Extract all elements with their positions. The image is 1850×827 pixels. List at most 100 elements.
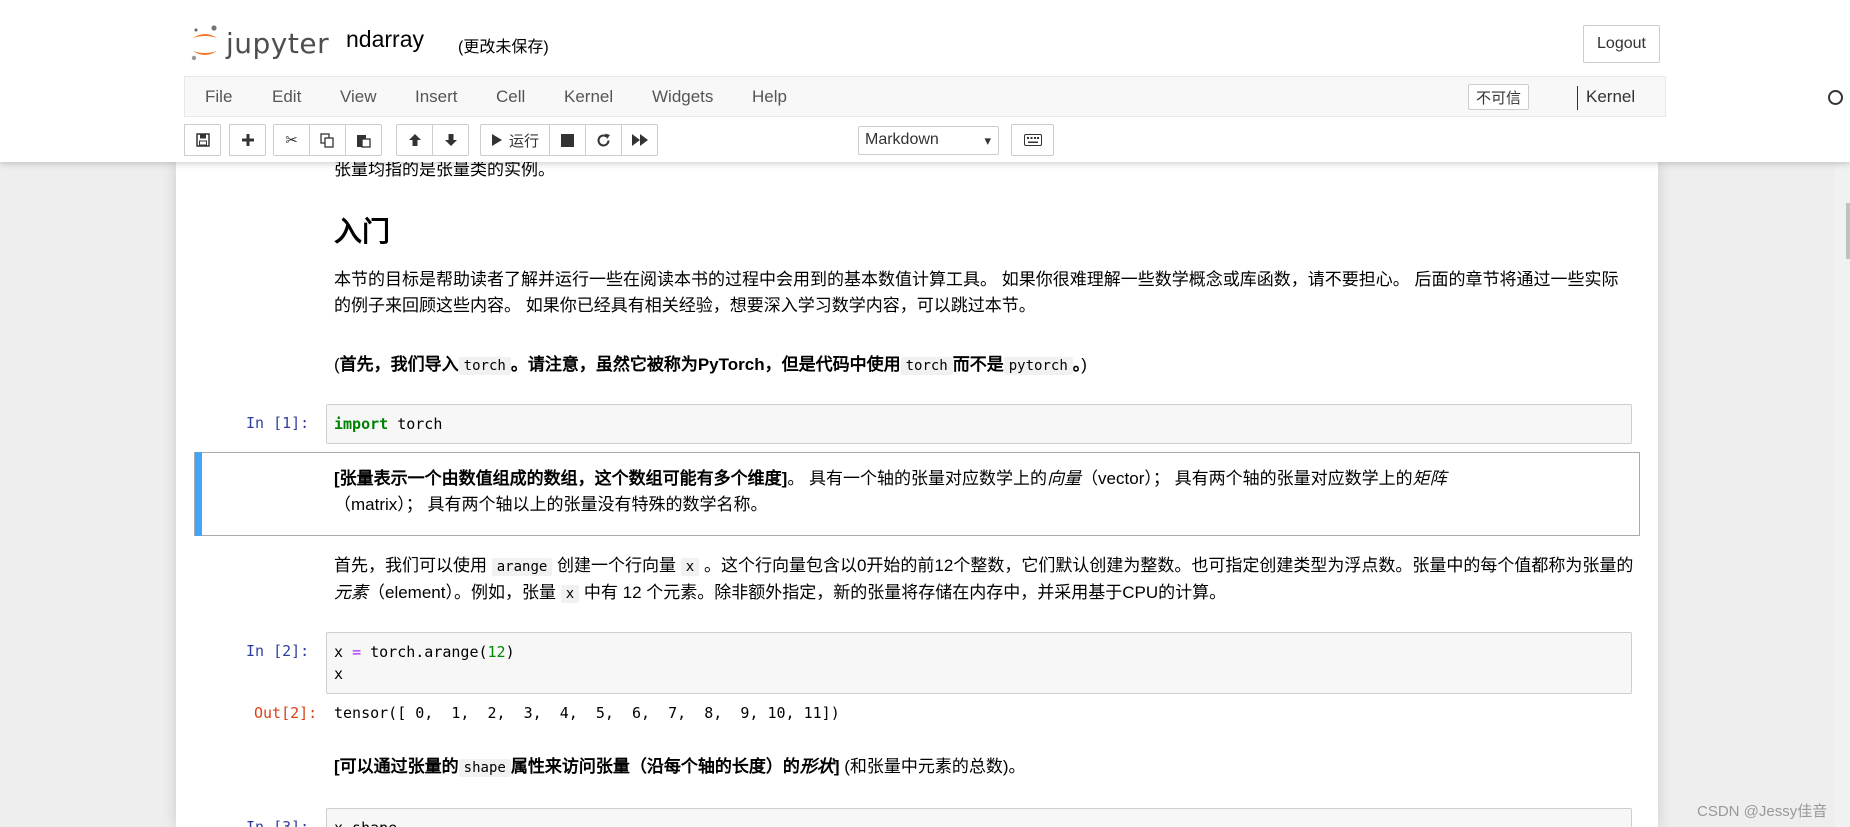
md-text: 中有 12 个元素。除非额外指定，新的张量将存储在内存中，并采用基于CPU的计算… [583,583,1227,602]
code-number: 12 [487,643,506,661]
save-status: (更改未保存) [458,39,549,56]
menubar: File Edit View Insert Cell Kernel Widget… [184,76,1843,117]
code-keyword: import [334,415,389,433]
scrollbar[interactable] [1835,162,1850,827]
stop-icon [561,133,575,147]
md-emphasis: 向量 [1047,469,1082,488]
code-text: ) [505,643,515,661]
notebook-container: 张量均指的是张量类的实例。 入门 本节的目标是帮助读者了解并运行一些在阅读本书的… [176,162,1658,827]
md-text: 。 具有一个轴的张量对应数学上的 [787,469,1048,488]
section-heading[interactable]: 入门 [334,214,390,250]
notebook-header: jupyter ndarray (更改未保存) Logout File Edit… [0,0,1850,162]
md-bold: 。 [1072,355,1082,374]
arrow-up-icon [408,134,421,146]
markdown-cell[interactable]: 张量均指的是张量类的实例。 [334,162,555,183]
toolbar: ✂ 运行 Markdown ▾ [184,124,1666,158]
run-label: 运行 [509,132,540,150]
menu-insert[interactable]: Insert [415,87,458,107]
markdown-cell[interactable]: 本节的目标是帮助读者了解并运行一些在阅读本书的过程中会用到的基本数值计算工具。 … [334,267,1634,319]
menu-file[interactable]: File [205,87,232,107]
menu-kernel[interactable]: Kernel [564,87,613,107]
md-emphasis: 形状 [799,757,834,776]
paste-button[interactable] [345,124,382,156]
md-bold: [张量表示一个由数值组成的数组，这个数组可能有多个维度] [334,469,788,488]
move-group [396,124,469,156]
restart-run-all-button[interactable] [621,124,659,156]
kernel-name[interactable]: Kernel [1586,87,1635,107]
selection-bar [195,452,202,536]
md-bold: 而不是 [952,355,1004,374]
save-icon [195,133,210,147]
code-editor[interactable]: x = torch.arange(12) x [326,632,1632,694]
menu-widgets[interactable]: Widgets [652,87,713,107]
md-bold: [可以通过张量的 [334,757,459,776]
jupyter-logo[interactable]: jupyter [190,24,329,62]
menu-cell[interactable]: Cell [496,87,525,107]
scissors-icon: ✂ [285,132,298,149]
restart-button[interactable] [585,124,623,156]
save-button[interactable] [184,124,221,156]
code-editor[interactable]: import torch [326,404,1632,444]
inline-code: shape [458,759,511,777]
markdown-cell-content[interactable]: [张量表示一个由数值组成的数组，这个数组可能有多个维度]。 具有一个轴的张量对应… [334,466,1454,518]
code-text: x.shape [334,819,397,827]
jupyter-logo-icon [191,25,217,61]
chevron-down-icon: ▾ [984,133,991,148]
plus-icon [241,134,254,146]
md-text: (和张量中元素的总数)。 [844,757,1026,776]
md-text: 首先，我们可以使用 [334,556,487,575]
command-palette-button[interactable] [1011,124,1054,156]
trusted-indicator[interactable]: 不可信 [1468,84,1530,110]
move-up-button[interactable] [396,124,433,156]
md-text: 创建一个行向量 [557,556,677,575]
cell-type-select[interactable]: Markdown ▾ [858,126,999,155]
md-emphasis: 矩阵 [1412,469,1447,488]
copy-button[interactable] [309,124,346,156]
paste-icon [357,134,371,148]
markdown-cell[interactable]: [可以通过张量的 shape 属性来访问张量（沿每个轴的长度）的形状] (和张量中元… [334,754,1026,781]
menu-help[interactable]: Help [752,87,787,107]
inline-code: torch [458,357,511,375]
markdown-cell[interactable]: (首先，我们导入 torch 。请注意，虽然它被称为PyTorch，但是代码中使用 t… [334,352,1087,379]
copy-icon [320,132,334,148]
restart-icon [597,133,611,146]
arrow-down-icon [444,134,457,146]
scrollbar-thumb[interactable] [1846,203,1850,259]
run-button[interactable]: 运行 [480,124,551,156]
output-prompt: Out[2]: [254,704,318,722]
logout-button[interactable]: Logout [1583,25,1660,63]
input-prompt: In [3]: [246,818,310,827]
inline-code: arange [491,558,553,576]
cell-type-value: Markdown [865,131,939,148]
menu-edit[interactable]: Edit [272,87,301,107]
insert-group [229,124,266,156]
keyboard-icon [1023,134,1042,146]
md-bold: 。请注意，虽然它被称为PyTorch，但是代码中使用 [510,355,901,374]
md-bold: 属性来访问张量（沿每个轴的长度）的 [510,757,800,776]
inline-code: x [680,558,700,576]
run-group: 运行 [480,124,659,156]
menu-view[interactable]: View [340,87,377,107]
md-text: （vector）； 具有两个轴的张量对应数学上的 [1081,469,1413,488]
inline-code: pytorch [1003,357,1073,375]
md-text: （matrix）； 具有两个轴以上的张量没有特殊的数学名称。 [334,495,768,514]
code-text: x [334,665,344,683]
save-group [184,124,221,156]
insert-cell-button[interactable] [229,124,266,156]
interrupt-button[interactable] [549,124,587,156]
watermark: CSDN @Jessy佳音 [1697,803,1828,820]
move-down-button[interactable] [432,124,469,156]
input-prompt: In [2]: [246,642,310,660]
edit-group: ✂ [273,124,382,156]
md-bold: ] [833,757,840,776]
inline-code: x [560,585,580,603]
markdown-cell[interactable]: 首先，我们可以使用 arange 创建一个行向量 x 。这个行向量包含以0开始的… [334,553,1634,607]
md-emphasis: 元素 [334,583,368,602]
kernel-separator [1577,86,1578,110]
notebook-title[interactable]: ndarray [346,26,424,53]
cut-button[interactable]: ✂ [273,124,310,156]
code-text: torch [388,415,443,433]
md-bold: 首先，我们导入 [339,355,459,374]
code-editor[interactable]: x.shape [326,808,1632,827]
kernel-idle-icon [1828,90,1843,105]
